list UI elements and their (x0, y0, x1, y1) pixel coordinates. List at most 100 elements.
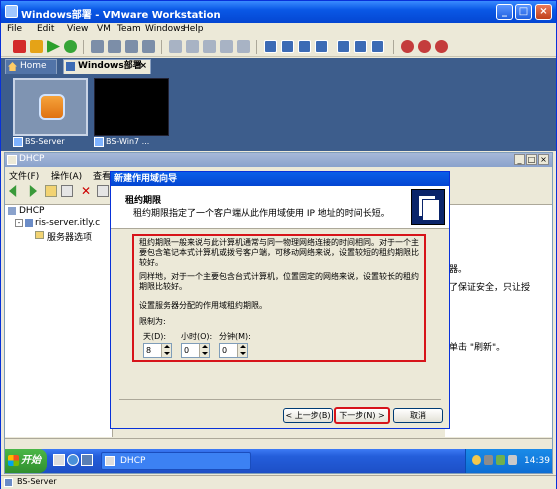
start-button[interactable]: 开始 (5, 449, 47, 473)
appliance-view-icon[interactable] (354, 40, 367, 53)
reset-icon[interactable] (64, 40, 77, 53)
hours-spinner[interactable]: 0 (181, 343, 210, 358)
dhcp-toolbar: ✕ (5, 182, 115, 200)
sidebar-toggle-icon[interactable] (264, 40, 277, 53)
spinner-arrows-icon[interactable] (199, 344, 209, 357)
back-button[interactable]: < 上一步(B) (283, 408, 333, 423)
dhcp-menu-action[interactable]: 操作(A) (51, 169, 82, 182)
dhcp-window-title: DHCP (19, 154, 45, 164)
thumbnail-label-bs-server[interactable]: BS-Server (13, 136, 89, 148)
hours-value: 0 (184, 346, 190, 355)
system-tray: 14:39 (465, 449, 552, 473)
thumbnail-bs-server[interactable] (13, 78, 88, 136)
unity-icon[interactable] (371, 40, 384, 53)
quick-launch-ie-icon[interactable] (67, 454, 79, 466)
wizard-title: 新建作用域向导 (111, 172, 449, 186)
wizard-separator (119, 399, 441, 400)
team-revert-icon[interactable] (237, 40, 250, 53)
lease-instruction: 设置服务器分配的作用域租约期限。 (139, 301, 267, 310)
menu-file[interactable]: File (7, 24, 22, 34)
tree-item-server-options[interactable]: 服务器选项 (47, 230, 92, 243)
minutes-spinner[interactable]: 0 (219, 343, 248, 358)
team-snapshot-icon[interactable] (220, 40, 233, 53)
back-arrow-icon[interactable] (9, 185, 17, 197)
dhcp-close-button[interactable]: × (538, 154, 549, 165)
toolbar-separator (256, 40, 257, 54)
thumbnail-bs-win7[interactable] (94, 78, 169, 136)
snapshot-manager-icon[interactable] (125, 40, 138, 53)
power-off-icon[interactable] (13, 40, 26, 53)
days-label: 天(D): (143, 332, 167, 341)
folder-icon (35, 231, 44, 239)
up-folder-icon[interactable] (45, 185, 57, 197)
menu-team[interactable]: Team (117, 24, 141, 34)
vmware-window: Windows部署 - VMware Workstation _ □ × Fil… (0, 0, 557, 489)
dhcp-minimize-button[interactable]: _ (514, 154, 525, 165)
tree-item-server[interactable]: ris-server.itly.c (35, 218, 100, 228)
tab-windows-deploy-label: Windows部署 (78, 61, 142, 71)
show-tree-icon[interactable] (61, 185, 73, 197)
taskbar-button-dhcp[interactable]: DHCP (101, 452, 251, 470)
dhcp-menu-view[interactable]: 查看 (93, 169, 111, 182)
menu-vm[interactable]: VM (97, 24, 111, 34)
quick-launch-desktop-icon[interactable] (53, 454, 65, 466)
stop-record-icon[interactable] (435, 40, 448, 53)
maximize-button[interactable]: □ (515, 4, 532, 20)
team-power-icon[interactable] (203, 40, 216, 53)
snapshot-icon[interactable] (91, 40, 104, 53)
vm-thumbnail-strip: BS-Server BS-Win7 ... (1, 74, 556, 151)
vmware-title-bar: Windows部署 - VMware Workstation _ □ × (1, 1, 556, 23)
lease-explanation-1: 租约期限一般来说与此计算机通常与同一物理网络连接的时间相同。对于一个主要包含笔记… (139, 238, 419, 267)
console-view-icon[interactable] (315, 40, 328, 53)
dhcp-menu-file[interactable]: 文件(F) (9, 169, 39, 182)
menu-view[interactable]: View (67, 24, 88, 34)
guest-taskbar: 开始 DHCP 14:39 (5, 449, 552, 473)
replay-icon[interactable] (418, 40, 431, 53)
minimize-button[interactable]: _ (496, 4, 513, 20)
team-settings-icon[interactable] (186, 40, 199, 53)
dhcp-maximize-button[interactable]: □ (526, 154, 537, 165)
record-icon[interactable] (401, 40, 414, 53)
forward-arrow-icon[interactable] (29, 185, 37, 197)
thumbnail-label-bs-win7[interactable]: BS-Win7 ... (94, 136, 170, 148)
menu-edit[interactable]: Edit (37, 24, 54, 34)
clone-icon[interactable] (142, 40, 155, 53)
menu-windows[interactable]: Windows (145, 24, 185, 34)
guest-screen[interactable]: DHCP _ □ × 文件(F) 操作(A) 查看 ✕ DHCP - ris-s… (4, 152, 553, 474)
tree-item-dhcp[interactable]: DHCP (19, 206, 44, 216)
suspend-icon[interactable] (30, 40, 43, 53)
toolbar-separator (393, 40, 394, 54)
fullscreen-icon[interactable] (281, 40, 294, 53)
tab-home[interactable]: Home (5, 59, 57, 74)
next-button[interactable]: 下一步(N) > (334, 407, 390, 424)
network-icon[interactable] (484, 455, 493, 465)
spinner-arrows-icon[interactable] (161, 344, 171, 357)
close-button[interactable]: × (535, 4, 552, 20)
menu-help[interactable]: Help (183, 24, 204, 34)
dhcp-detail-pane: 器。 了保证安全，只让授 单击 "刷新"。 (445, 204, 552, 437)
volume-icon[interactable] (508, 455, 517, 465)
tab-home-label: Home (20, 61, 47, 71)
summary-view-icon[interactable] (337, 40, 350, 53)
days-spinner[interactable]: 8 (143, 343, 172, 358)
start-label: 开始 (21, 455, 41, 466)
display-icon[interactable] (496, 455, 505, 465)
properties-icon[interactable] (97, 185, 109, 197)
quick-launch-server-icon[interactable] (81, 454, 93, 466)
team-icon[interactable] (169, 40, 182, 53)
dhcp-node-icon (8, 207, 16, 215)
spinner-arrows-icon[interactable] (237, 344, 247, 357)
wizard-page-description: 租约期限指定了一个客户端从此作用域使用 IP 地址的时间长短。 (133, 209, 390, 219)
power-on-icon[interactable] (47, 40, 60, 53)
quick-switch-icon[interactable] (298, 40, 311, 53)
revert-snapshot-icon[interactable] (108, 40, 121, 53)
security-shield-icon[interactable] (472, 455, 481, 465)
tree-collapse-icon[interactable]: - (15, 219, 23, 227)
dhcp-app-icon (105, 456, 115, 466)
delete-icon[interactable]: ✕ (81, 185, 93, 197)
toolbar (1, 37, 556, 57)
tab-windows-deploy[interactable]: Windows部署 × (63, 59, 151, 74)
cancel-button[interactable]: 取消 (393, 408, 443, 423)
tab-close-icon[interactable]: × (139, 60, 147, 73)
window-title: Windows部署 - VMware Workstation (21, 10, 221, 21)
